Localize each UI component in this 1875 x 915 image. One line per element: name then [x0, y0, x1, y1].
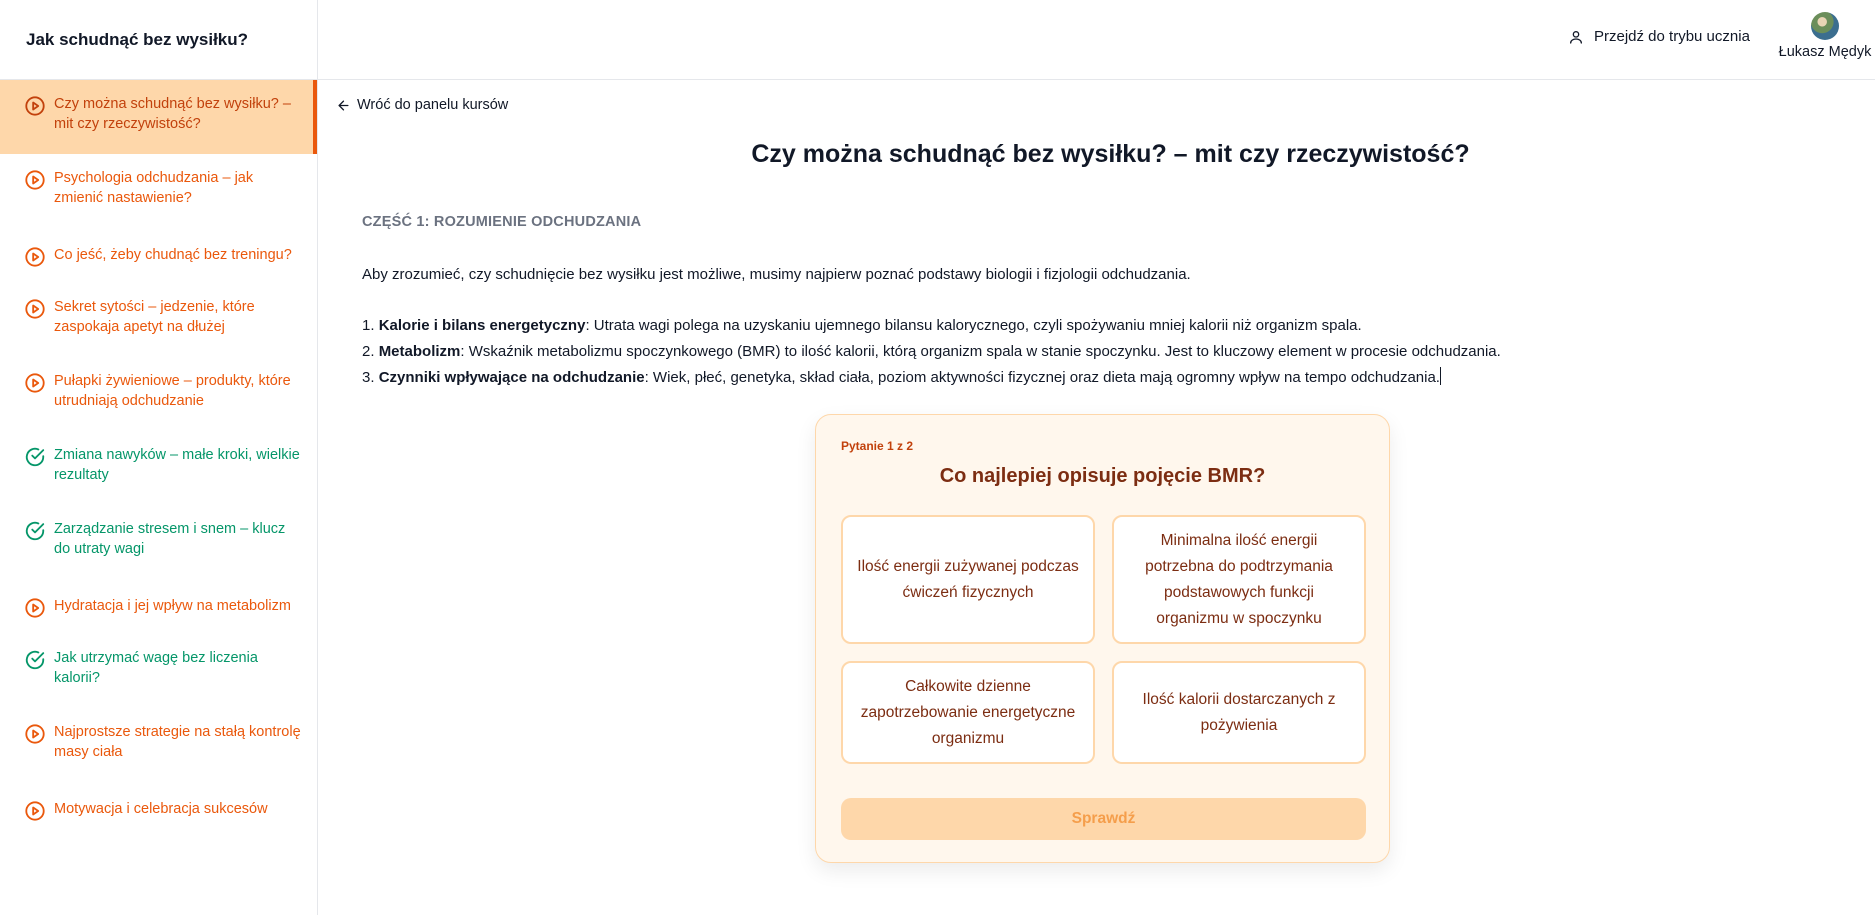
- lesson-label: Czy można schudnąć bez wysiłku? – mit cz…: [54, 96, 291, 132]
- point-number: 1.: [362, 317, 379, 334]
- sidebar-lesson-item[interactable]: Zarządzanie stresem i snem – klucz do ut…: [0, 505, 317, 579]
- check-answer-button[interactable]: Sprawdź: [841, 798, 1366, 840]
- question-text: Co najlepiej opisuje pojęcie BMR?: [939, 465, 1266, 487]
- lesson-content: Aby zrozumieć, czy schudnięcie bez wysił…: [362, 262, 1822, 391]
- point-number: 2.: [362, 343, 379, 360]
- course-title: Jak schudnąć bez wysiłku?: [26, 29, 249, 49]
- section-heading: CZĘŚĆ 1: ROZUMIENIE ODCHUDZANIA: [362, 214, 642, 230]
- play-circle-icon: [24, 800, 46, 822]
- play-circle-icon: [24, 298, 46, 320]
- avatar: [1811, 12, 1839, 40]
- point-term: Czynniki wpływające na odchudzanie: [378, 369, 645, 386]
- lesson-title: Czy można schudnąć bez wysiłku? – mit cz…: [751, 140, 1470, 168]
- sidebar-lesson-item[interactable]: Jak utrzymać wagę bez liczenia kalorii?: [0, 634, 317, 708]
- sidebar-lesson-item[interactable]: Motywacja i celebracja sukcesów: [0, 782, 317, 837]
- sidebar-lesson-item[interactable]: Pułapki żywieniowe – produkty, które utr…: [0, 357, 317, 431]
- user-icon: [1570, 30, 1582, 44]
- user-name: Łukasz Mędyk: [1778, 44, 1872, 60]
- check-circle-icon: [24, 446, 46, 468]
- play-circle-icon: [24, 169, 46, 191]
- point-number: 3.: [362, 369, 379, 386]
- lesson-label: Pułapki żywieniowe – produkty, które utr…: [54, 373, 291, 409]
- top-bar: Przejdź do trybu ucznia Łukasz Mędyk: [318, 0, 1875, 80]
- sidebar-header: Jak schudnąć bez wysiłku?: [0, 0, 317, 80]
- lesson-label: Hydratacja i jej wpływ na metabolizm: [54, 598, 291, 614]
- lesson-list: Czy można schudnąć bez wysiłku? – mit cz…: [0, 80, 317, 837]
- back-label: Wróć do panelu kursów: [357, 97, 509, 113]
- student-mode-button[interactable]: Przejdź do trybu ucznia: [1568, 28, 1750, 45]
- lesson-label: Najprostsze strategie na stałą kontrolę …: [54, 724, 301, 760]
- arrow-left-icon: [338, 100, 349, 110]
- lesson-label: Zmiana nawyków – małe kroki, wielkie rez…: [54, 447, 300, 483]
- check-circle-icon: [24, 649, 46, 671]
- sidebar-lesson-item[interactable]: Czy można schudnąć bez wysiłku? – mit cz…: [0, 80, 317, 154]
- intro-paragraph: Aby zrozumieć, czy schudnięcie bez wysił…: [362, 266, 1191, 283]
- course-sidebar: Jak schudnąć bez wysiłku? Czy można schu…: [0, 0, 318, 915]
- lesson-label: Jak utrzymać wagę bez liczenia kalorii?: [54, 650, 258, 686]
- text-cursor: [1439, 367, 1441, 385]
- point-term: Metabolizm: [378, 343, 461, 360]
- sidebar-lesson-item[interactable]: Zmiana nawyków – małe kroki, wielkie rez…: [0, 431, 317, 505]
- play-circle-icon: [24, 95, 46, 117]
- point-1: 1. Kalorie i bilans energetyczny: Utrata…: [362, 313, 1822, 339]
- back-to-courses-link[interactable]: Wróć do panelu kursów: [336, 97, 508, 113]
- play-circle-icon: [24, 597, 46, 619]
- answer-option-4[interactable]: Ilość kalorii dostarczanych z pożywienia: [1112, 661, 1366, 764]
- user-menu[interactable]: Łukasz Mędyk: [1770, 12, 1875, 60]
- lesson-label: Co jeść, żeby chudnąć bez treningu?: [54, 247, 292, 263]
- sidebar-lesson-item[interactable]: Psychologia odchudzania – jak zmienić na…: [0, 154, 317, 228]
- point-text: : Utrata wagi polega na uzyskaniu ujemne…: [585, 317, 1362, 334]
- sidebar-lesson-item[interactable]: Hydratacja i jej wpływ na metabolizm: [0, 579, 317, 634]
- question-counter: Pytanie 1 z 2: [841, 439, 914, 453]
- point-2: 2. Metabolizm: Wskaźnik metabolizmu spoc…: [362, 339, 1822, 365]
- sidebar-lesson-item[interactable]: Najprostsze strategie na stałą kontrolę …: [0, 708, 317, 782]
- play-circle-icon: [24, 246, 46, 268]
- point-term: Kalorie i bilans energetyczny: [378, 317, 586, 334]
- student-mode-label: Przejdź do trybu ucznia: [1594, 28, 1750, 45]
- quiz-card: Pytanie 1 z 2 Co najlepiej opisuje pojęc…: [815, 414, 1390, 863]
- sidebar-lesson-item[interactable]: Co jeść, żeby chudnąć bez treningu?: [0, 228, 317, 283]
- lesson-label: Motywacja i celebracja sukcesów: [54, 801, 268, 817]
- play-circle-icon: [24, 372, 46, 394]
- lesson-label: Psychologia odchudzania – jak zmienić na…: [54, 170, 254, 206]
- answer-option-3[interactable]: Całkowite dzienne zapotrzebowanie energe…: [841, 661, 1095, 764]
- point-3: 3. Czynniki wpływające na odchudzanie: W…: [362, 365, 1822, 391]
- lesson-label: Zarządzanie stresem i snem – klucz do ut…: [54, 521, 286, 557]
- answer-option-1[interactable]: Ilość energii zużywanej podczas ćwiczeń …: [841, 515, 1095, 644]
- point-text: : Wskaźnik metabolizmu spoczynkowego (BM…: [460, 343, 1501, 360]
- sidebar-lesson-item[interactable]: Sekret sytości – jedzenie, które zaspoka…: [0, 283, 317, 357]
- lesson-label: Sekret sytości – jedzenie, które zaspoka…: [54, 299, 255, 335]
- play-circle-icon: [24, 723, 46, 745]
- answer-option-2[interactable]: Minimalna ilość energii potrzebna do pod…: [1112, 515, 1366, 644]
- point-text: : Wiek, płeć, genetyka, skład ciała, poz…: [644, 369, 1440, 386]
- check-circle-icon: [24, 520, 46, 542]
